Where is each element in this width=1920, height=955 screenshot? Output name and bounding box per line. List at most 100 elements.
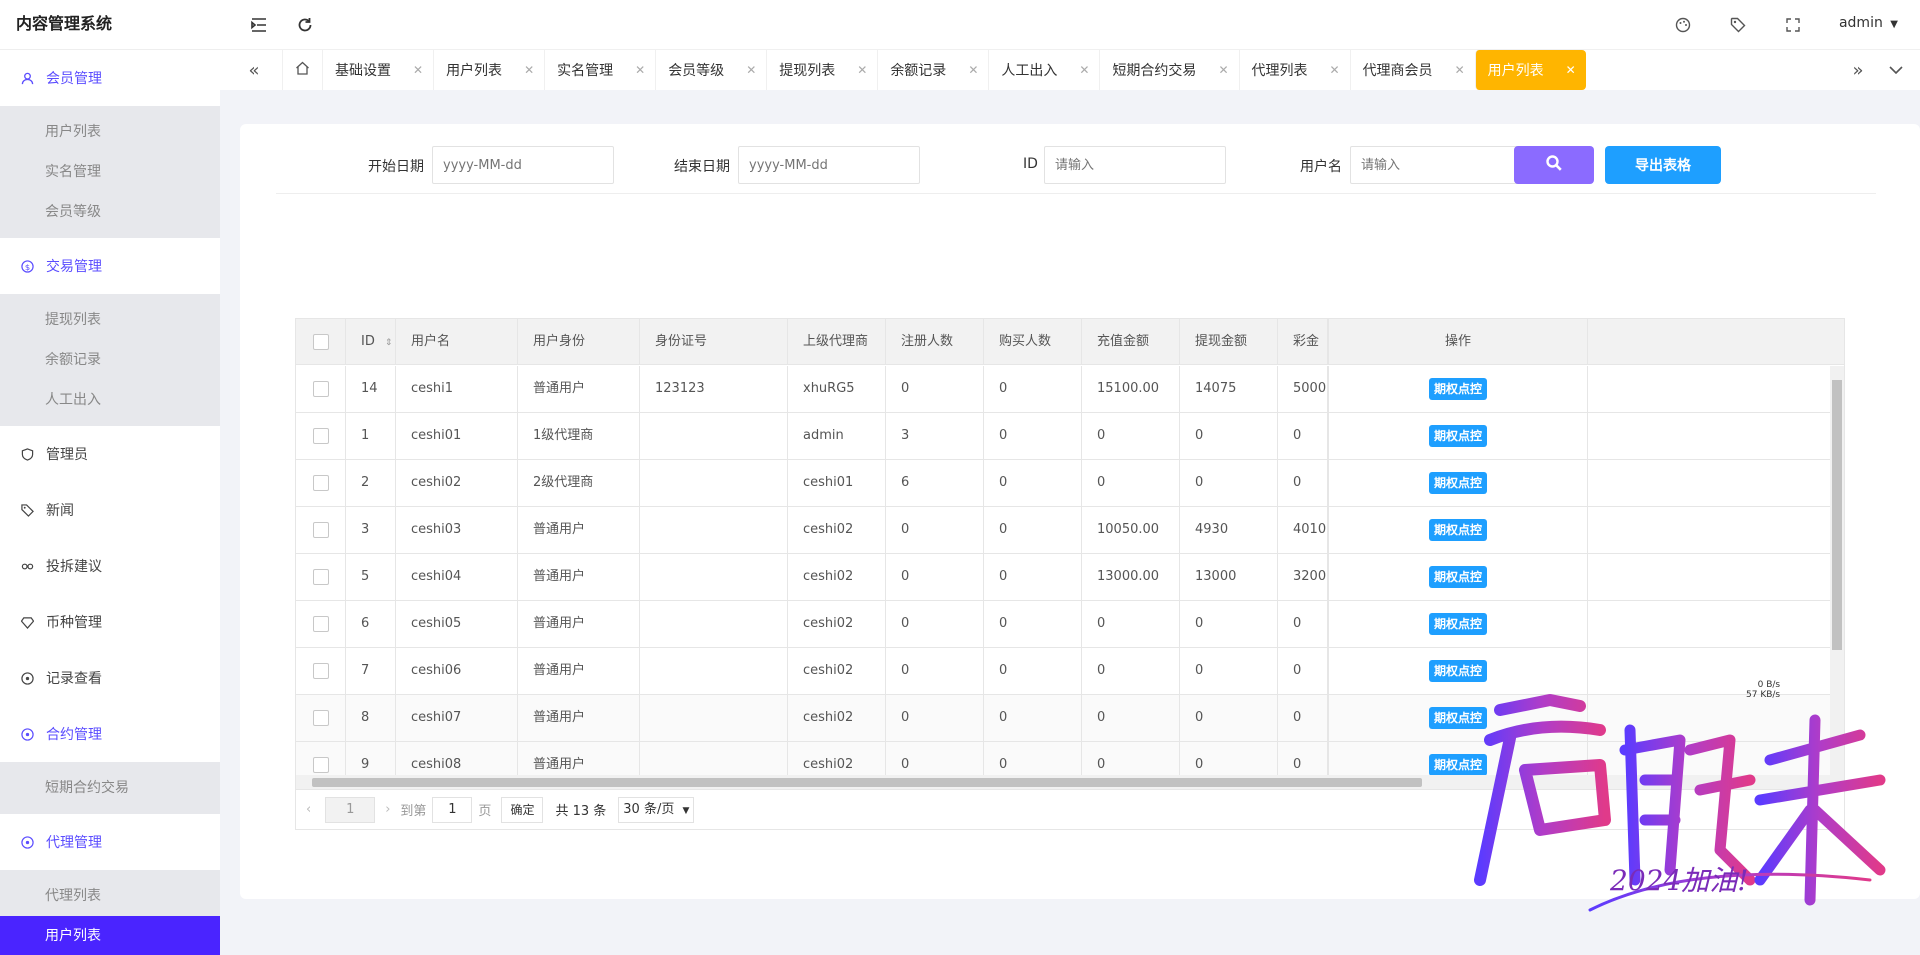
prev-page-icon[interactable]: ‹ (306, 802, 311, 817)
sidebar-group-2[interactable]: 管理员 (0, 426, 220, 482)
close-icon[interactable]: ✕ (1079, 63, 1089, 77)
sidebar-item[interactable]: 代理列表 (0, 876, 220, 916)
select-caret-icon: ▼ (682, 805, 690, 816)
end-date-input[interactable] (738, 146, 920, 184)
row-checkbox[interactable] (313, 756, 329, 773)
option-control-button[interactable]: 期权点控 (1428, 424, 1487, 447)
table-row: 6 ceshi05 普通用户 ceshi02 0 0 0 0 0 期权点控 (296, 601, 1844, 648)
user-menu[interactable]: admin ▼ (1839, 15, 1898, 31)
tab-item[interactable]: 短期合约交易 ✕ (1099, 50, 1238, 90)
target-icon (20, 835, 34, 849)
vertical-scroll-thumb[interactable] (1832, 380, 1842, 650)
table-cell: 0 (1180, 413, 1278, 459)
sidebar-group-6[interactable]: 记录查看 (0, 650, 220, 706)
tab-label: 代理商会员 (1362, 63, 1433, 79)
option-control-button[interactable]: 期权点控 (1428, 518, 1487, 541)
row-checkbox[interactable] (313, 380, 329, 397)
tab-item[interactable]: 用户列表 ✕ (1474, 50, 1586, 90)
sidebar-group-4[interactable]: 投拆建议 (0, 538, 220, 594)
next-page-icon[interactable]: › (385, 802, 390, 817)
fullscreen-icon[interactable] (1782, 14, 1804, 36)
option-control-button[interactable]: 期权点控 (1428, 377, 1487, 400)
tab-item[interactable]: 人工出入 ✕ (988, 50, 1099, 90)
sidebar-item[interactable]: 会员等级 (0, 192, 220, 232)
sidebar-group-1[interactable]: $ 交易管理 (0, 238, 220, 294)
column-header-label: 身份证号 (655, 334, 708, 349)
sidebar-group-0[interactable]: 会员管理 (0, 50, 220, 106)
option-control-button[interactable]: 期权点控 (1428, 612, 1487, 635)
tag-icon[interactable] (1727, 14, 1749, 36)
close-icon[interactable]: ✕ (746, 63, 756, 77)
sidebar-group-7[interactable]: 合约管理 (0, 706, 220, 762)
close-icon[interactable]: ✕ (1218, 63, 1228, 77)
row-checkbox[interactable] (313, 662, 329, 679)
row-checkbox[interactable] (313, 709, 329, 726)
tab-item[interactable]: 基础设置 ✕ (322, 50, 433, 90)
option-control-button[interactable]: 期权点控 (1428, 706, 1487, 729)
sidebar-item[interactable]: 人工出入 (0, 380, 220, 420)
row-checkbox[interactable] (313, 568, 329, 585)
goto-page-input[interactable]: 1 (432, 796, 473, 823)
tabs-scroll-left-icon[interactable]: « (242, 58, 266, 82)
page-unit-label: 页 (478, 804, 492, 819)
goto-confirm-button[interactable]: 确定 (501, 796, 544, 823)
row-checkbox[interactable] (313, 615, 329, 632)
row-checkbox[interactable] (313, 427, 329, 444)
theme-icon[interactable] (1672, 14, 1694, 36)
table-cell: 0 (984, 695, 1082, 741)
sidebar-item[interactable]: 提现列表 (0, 300, 220, 340)
table-cell: 0 (1278, 413, 1328, 459)
column-header-label: 操作 (1444, 334, 1471, 349)
sidebar-group-8[interactable]: 代理管理 (0, 814, 220, 870)
table-cell: 6 (886, 460, 984, 506)
page-size-select[interactable]: 30 条/页 ▼ (618, 796, 695, 823)
close-icon[interactable]: ✕ (968, 63, 978, 77)
sidebar-item[interactable]: 余额记录 (0, 340, 220, 380)
tab-home[interactable] (282, 50, 322, 90)
page-size-value: 30 条/页 (623, 801, 675, 817)
sidebar-item[interactable]: 短期合约交易 (0, 768, 220, 808)
tab-item[interactable]: 实名管理 ✕ (544, 50, 655, 90)
tab-item[interactable]: 余额记录 ✕ (877, 50, 988, 90)
tabs-scroll-right-icon[interactable]: » (1846, 58, 1870, 82)
option-control-button[interactable]: 期权点控 (1428, 471, 1487, 494)
refresh-icon[interactable] (294, 14, 316, 36)
sort-icon[interactable]: ⇕ (385, 338, 393, 348)
close-icon[interactable]: ✕ (413, 63, 423, 77)
row-checkbox[interactable] (313, 474, 329, 491)
close-icon[interactable]: ✕ (635, 63, 645, 77)
sidebar-item[interactable]: 用户列表 (0, 916, 220, 955)
sidebar-group-5[interactable]: 币种管理 (0, 594, 220, 650)
column-header[interactable]: ID ⇕ (346, 319, 396, 365)
tab-item[interactable]: 提现列表 ✕ (766, 50, 877, 90)
row-checkbox[interactable] (313, 521, 329, 538)
close-icon[interactable]: ✕ (1455, 63, 1465, 77)
export-button[interactable]: 导出表格 (1605, 146, 1721, 184)
close-icon[interactable]: ✕ (524, 63, 534, 77)
close-icon[interactable]: ✕ (1330, 63, 1340, 77)
tab-item[interactable]: 代理商会员 ✕ (1349, 50, 1475, 90)
option-control-button[interactable]: 期权点控 (1428, 753, 1487, 776)
start-date-input[interactable] (432, 146, 614, 184)
search-button[interactable] (1514, 146, 1594, 184)
sidebar-group-3[interactable]: 新闻 (0, 482, 220, 538)
sidebar-item[interactable]: 用户列表 (0, 112, 220, 152)
menu-fold-icon[interactable] (248, 14, 270, 36)
close-icon[interactable]: ✕ (857, 63, 867, 77)
vertical-scrollbar[interactable] (1830, 366, 1844, 778)
horizontal-scrollbar[interactable] (296, 775, 1844, 789)
option-control-button[interactable]: 期权点控 (1428, 565, 1487, 588)
select-all-checkbox[interactable] (313, 333, 329, 350)
tab-item[interactable]: 用户列表 ✕ (433, 50, 544, 90)
option-control-button[interactable]: 期权点控 (1428, 659, 1487, 682)
tabs-dropdown-icon[interactable] (1884, 58, 1908, 82)
horizontal-scroll-thumb[interactable] (312, 778, 1422, 787)
sidebar-item[interactable]: 实名管理 (0, 152, 220, 192)
id-input[interactable] (1044, 146, 1226, 184)
current-page[interactable]: 1 (325, 796, 376, 823)
tab-item[interactable]: 会员等级 ✕ (655, 50, 766, 90)
username-input[interactable] (1350, 146, 1532, 184)
diamond-icon (20, 615, 34, 629)
tab-item[interactable]: 代理列表 ✕ (1238, 50, 1350, 90)
close-icon[interactable]: ✕ (1566, 63, 1576, 77)
